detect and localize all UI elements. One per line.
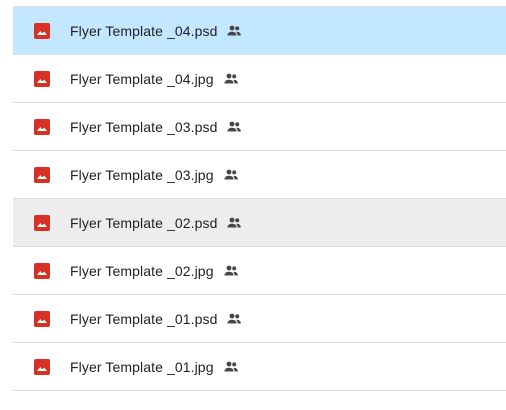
shared-people-icon (224, 73, 238, 83)
file-name: Flyer Template _01.psd (70, 310, 218, 327)
shared-people-icon (227, 25, 242, 35)
image-icon (34, 214, 50, 231)
image-icon (34, 70, 50, 87)
shared-people-icon (227, 313, 242, 323)
file-name: Flyer Template _03.jpg (70, 166, 214, 183)
file-row[interactable]: Flyer Template _03.jpg (13, 151, 506, 199)
image-icon (34, 262, 50, 279)
image-icon (34, 310, 50, 327)
file-row[interactable]: Flyer Template _02.jpg (13, 247, 506, 295)
file-name: Flyer Template _01.jpg (70, 358, 214, 375)
file-row[interactable]: Flyer Template _03.psd (13, 103, 506, 151)
image-icon (34, 118, 50, 135)
file-row[interactable]: Flyer Template _01.jpg (13, 343, 506, 391)
image-icon (34, 358, 50, 375)
file-name: Flyer Template _04.psd (70, 22, 218, 39)
file-row[interactable]: Flyer Template _01.psd (13, 295, 506, 343)
file-row[interactable]: Flyer Template _02.psd (13, 199, 506, 247)
image-icon (34, 22, 50, 39)
file-list: Flyer Template _04.psd Flyer Template _0… (13, 6, 506, 391)
shared-people-icon (224, 361, 238, 371)
shared-people-icon (224, 265, 238, 275)
file-name: Flyer Template _03.psd (70, 118, 218, 135)
file-row[interactable]: Flyer Template _04.psd (13, 7, 506, 55)
shared-people-icon (227, 217, 242, 227)
shared-people-icon (224, 169, 238, 179)
file-row[interactable]: Flyer Template _04.jpg (13, 55, 506, 103)
shared-people-icon (227, 121, 242, 131)
file-name: Flyer Template _04.jpg (70, 70, 214, 87)
image-icon (34, 166, 50, 183)
file-name: Flyer Template _02.psd (70, 214, 218, 231)
file-name: Flyer Template _02.jpg (70, 262, 214, 279)
